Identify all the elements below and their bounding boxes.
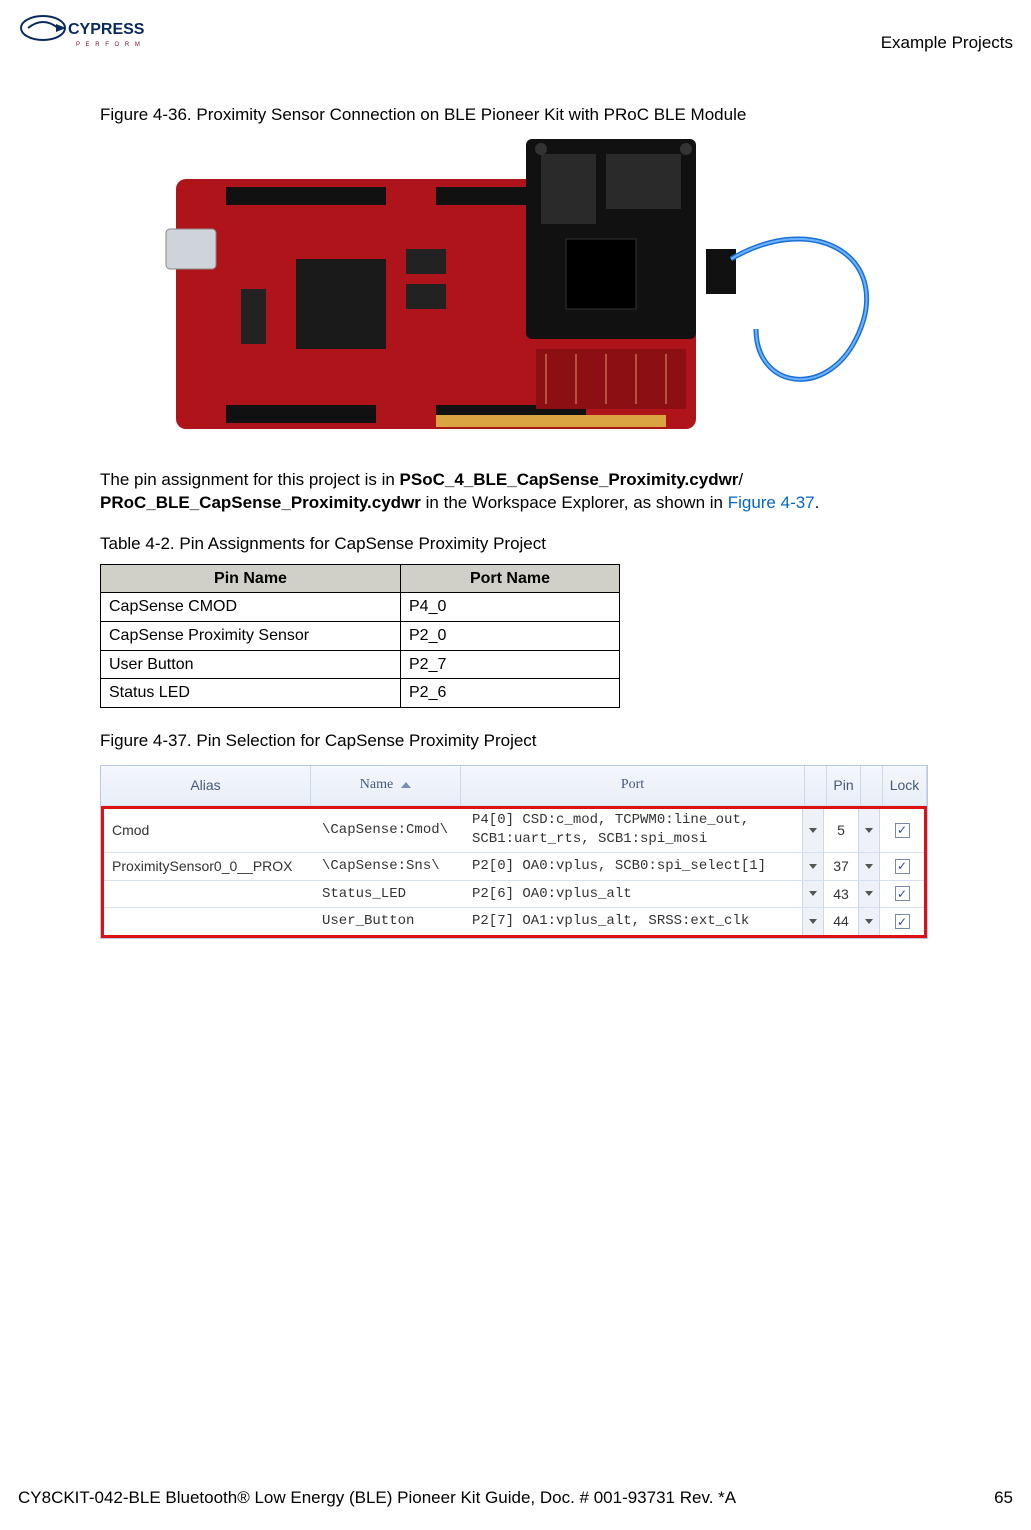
- para-dot: .: [815, 493, 820, 512]
- port-dropdown[interactable]: [802, 809, 824, 852]
- pin-cell[interactable]: 43: [824, 881, 858, 908]
- col-pin-name: Pin Name: [101, 564, 401, 593]
- board-photo: [136, 139, 896, 439]
- figure-4-37-caption: Figure 4-37. Pin Selection for CapSense …: [100, 730, 931, 753]
- pin-cell[interactable]: 5: [824, 809, 858, 852]
- chevron-down-icon: [809, 919, 817, 924]
- alias-cell[interactable]: [104, 881, 314, 908]
- para-slash: /: [738, 470, 743, 489]
- section-label: Example Projects: [881, 10, 1013, 55]
- pin-cell[interactable]: 44: [824, 908, 858, 935]
- pin-dropdown[interactable]: [858, 908, 880, 935]
- checkbox-checked-icon: [895, 886, 910, 901]
- pin-selection-grid: Alias Name Port Pin Lock Cmod \CapSense:…: [100, 765, 928, 940]
- lock-cell[interactable]: [880, 809, 924, 852]
- col-alias[interactable]: Alias: [101, 766, 311, 805]
- page-number: 65: [994, 1487, 1013, 1510]
- pin-dropdown[interactable]: [858, 881, 880, 908]
- alias-cell[interactable]: ProximitySensor0_0__PROX: [104, 853, 314, 880]
- figure-4-36-caption: Figure 4-36. Proximity Sensor Connection…: [100, 104, 931, 127]
- port-cell[interactable]: P2[0] OA0:vplus, SCB0:spi_select[1]: [464, 853, 802, 880]
- checkbox-checked-icon: [895, 823, 910, 838]
- port-cell[interactable]: P2[7] OA1:vplus_alt, SRSS:ext_clk: [464, 908, 802, 935]
- col-pin[interactable]: Pin: [827, 766, 861, 805]
- grid-row: ProximitySensor0_0__PROX \CapSense:Sns\ …: [104, 853, 924, 881]
- name-cell: Status_LED: [314, 881, 464, 908]
- name-cell: \CapSense:Cmod\: [314, 809, 464, 852]
- alias-cell[interactable]: [104, 908, 314, 935]
- lock-cell[interactable]: [880, 908, 924, 935]
- pin-dropdown[interactable]: [858, 853, 880, 880]
- cell: Status LED: [101, 679, 401, 708]
- col-port[interactable]: Port: [461, 766, 805, 805]
- checkbox-checked-icon: [895, 914, 910, 929]
- pin-dropdown[interactable]: [858, 809, 880, 852]
- port-dropdown[interactable]: [802, 908, 824, 935]
- grid-row: Status_LED P2[6] OA0:vplus_alt 43: [104, 881, 924, 909]
- chevron-down-icon: [865, 919, 873, 924]
- port-cell[interactable]: P4[0] CSD:c_mod, TCPWM0:line_out, SCB1:u…: [464, 809, 802, 852]
- cell: CapSense CMOD: [101, 593, 401, 622]
- cell: User Button: [101, 650, 401, 679]
- sort-asc-icon: [401, 782, 411, 788]
- cypress-logo: CYPRESS P E R F O R M: [18, 10, 148, 60]
- chevron-down-icon: [809, 891, 817, 896]
- chevron-down-icon: [865, 864, 873, 869]
- page-content: Figure 4-36. Proximity Sensor Connection…: [0, 60, 1031, 939]
- port-cell[interactable]: P2[6] OA0:vplus_alt: [464, 881, 802, 908]
- checkbox-checked-icon: [895, 859, 910, 874]
- figure-4-37-link[interactable]: Figure 4-37: [728, 493, 815, 512]
- col-name-label: Name: [360, 776, 393, 795]
- cell: P4_0: [401, 593, 620, 622]
- chevron-down-icon: [809, 828, 817, 833]
- cell: P2_0: [401, 621, 620, 650]
- page-header: CYPRESS P E R F O R M Example Projects: [0, 0, 1031, 60]
- col-lock[interactable]: Lock: [883, 766, 927, 805]
- para-text-1: The pin assignment for this project is i…: [100, 470, 400, 489]
- chevron-down-icon: [865, 891, 873, 896]
- grid-row: Cmod \CapSense:Cmod\ P4[0] CSD:c_mod, TC…: [104, 809, 924, 853]
- cell: P2_6: [401, 679, 620, 708]
- pin-assignment-table: Pin Name Port Name CapSense CMODP4_0 Cap…: [100, 564, 620, 708]
- para-text-2: in the Workspace Explorer, as shown in: [421, 493, 728, 512]
- table-row: User ButtonP2_7: [101, 650, 620, 679]
- pin-cell[interactable]: 37: [824, 853, 858, 880]
- lock-cell[interactable]: [880, 853, 924, 880]
- para-bold-1: PSoC_4_BLE_CapSense_Proximity.cydwr: [400, 470, 739, 489]
- para-bold-2: PRoC_BLE_CapSense_Proximity.cydwr: [100, 493, 421, 512]
- doc-id: CY8CKIT-042-BLE Bluetooth® Low Energy (B…: [18, 1487, 736, 1510]
- port-dropdown[interactable]: [802, 881, 824, 908]
- port-dropdown[interactable]: [802, 853, 824, 880]
- pin-assignment-paragraph: The pin assignment for this project is i…: [100, 469, 931, 515]
- grid-row: User_Button P2[7] OA1:vplus_alt, SRSS:ex…: [104, 908, 924, 935]
- lock-cell[interactable]: [880, 881, 924, 908]
- page-footer: CY8CKIT-042-BLE Bluetooth® Low Energy (B…: [18, 1487, 1013, 1510]
- cell: P2_7: [401, 650, 620, 679]
- table-4-2-caption: Table 4-2. Pin Assignments for CapSense …: [100, 533, 931, 556]
- name-cell: \CapSense:Sns\: [314, 853, 464, 880]
- logo-subtext: P E R F O R M: [76, 42, 142, 48]
- chevron-down-icon: [809, 864, 817, 869]
- alias-cell[interactable]: Cmod: [104, 809, 314, 852]
- grid-header: Alias Name Port Pin Lock: [101, 766, 927, 806]
- name-cell: User_Button: [314, 908, 464, 935]
- col-name[interactable]: Name: [311, 766, 461, 805]
- col-port-name: Port Name: [401, 564, 620, 593]
- cell: CapSense Proximity Sensor: [101, 621, 401, 650]
- table-row: Status LEDP2_6: [101, 679, 620, 708]
- logo-text: CYPRESS: [68, 21, 145, 38]
- table-row: CapSense Proximity SensorP2_0: [101, 621, 620, 650]
- table-row: CapSense CMODP4_0: [101, 593, 620, 622]
- chevron-down-icon: [865, 828, 873, 833]
- grid-body: Cmod \CapSense:Cmod\ P4[0] CSD:c_mod, TC…: [101, 806, 927, 939]
